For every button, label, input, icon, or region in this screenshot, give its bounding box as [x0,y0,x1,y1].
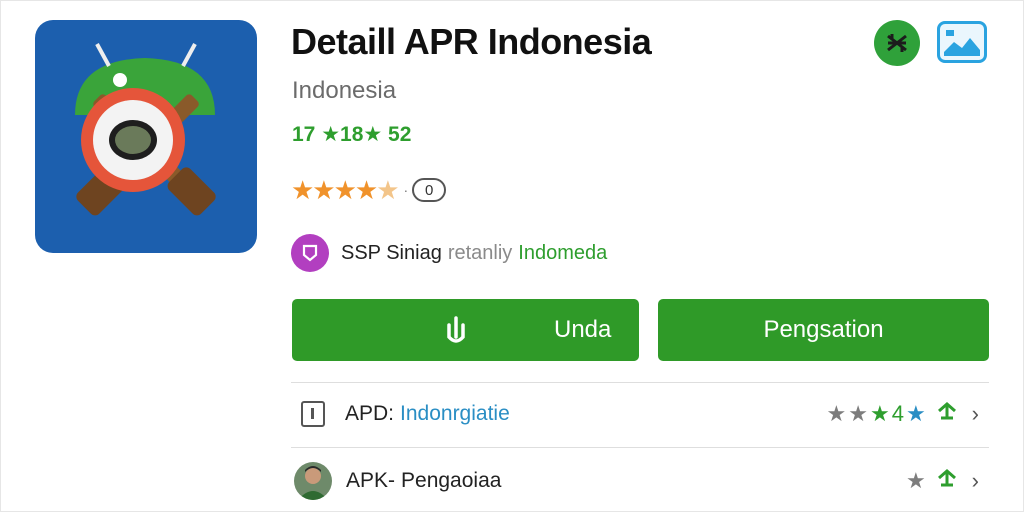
developer-row[interactable]: SSP Siniag retanliy Indomeda [291,234,608,272]
gallery-icon[interactable] [937,21,987,63]
star-icon: ★ [905,401,928,426]
star-icon: ★ [869,401,892,426]
half-star-icon: ★ [376,174,399,205]
rating-row: ★★★★★ · 0 [291,174,447,206]
row-value: Pengaoiaa [401,469,502,492]
star-rating: ★★★★★ [291,174,400,206]
row-rating: ★ [906,468,958,494]
app-title: Detaill APR Indonesia [291,21,652,62]
divider [291,447,989,448]
row-label: APD: [345,402,395,425]
list-item-apk[interactable]: APK- Pengaoiaa ★ › [291,453,989,509]
app-icon [35,20,257,253]
row-rating: ★ ★ ★ 4 ★ [826,401,957,427]
divider [291,382,989,383]
star-icon: ★ [848,401,870,426]
update-icon [936,401,958,427]
developer-name: SSP Siniag [341,241,442,264]
full-stars: ★★★★ [291,174,378,205]
download-icon [440,315,472,354]
app-subtitle: Indonesia [292,77,397,104]
chevron-right-icon: › [971,468,979,493]
rating-value: 4 [891,401,906,426]
developer-region: Indomeda [518,241,608,264]
app-detail-page: Detaill APR Indonesia Indonesia 17 ★18★ … [0,0,1024,512]
info-icon [301,401,325,427]
developer-meta: retanliy [447,241,513,264]
developer-icon [291,234,329,272]
install-button[interactable]: Pengsation [658,299,989,361]
row-value: Indonrgiatie [400,402,510,425]
row-label: APK- [346,469,396,492]
star-icon: ★ [826,401,849,426]
chevron-right-icon: › [971,401,979,426]
download-label: Unda [554,316,612,343]
update-icon [936,468,958,494]
star-icon: ★ [905,468,928,493]
rating-separator: · [403,182,409,198]
share-icon[interactable] [874,20,920,66]
avatar [294,462,332,500]
rating-count-badge: 0 [412,178,447,202]
download-button[interactable]: Unda [292,299,639,361]
list-item-apd[interactable]: APD: Indonrgiatie ★ ★ ★ 4 ★ › [291,386,989,442]
app-stats: 17 ★18★ 52 [292,123,412,146]
